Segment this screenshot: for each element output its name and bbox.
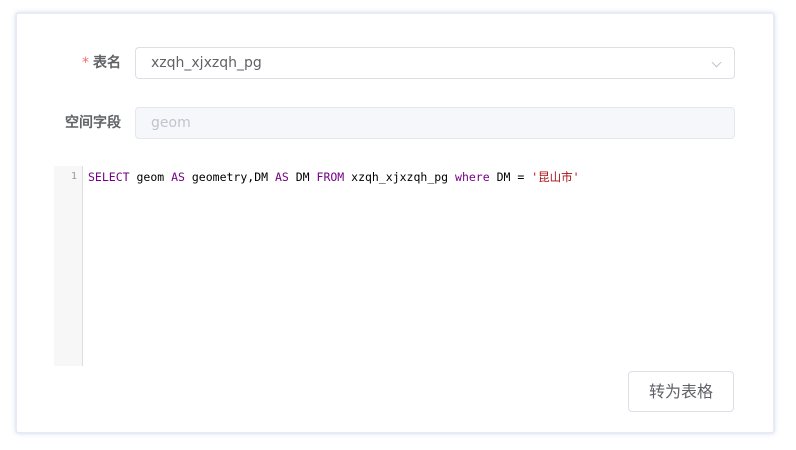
spatial-field-value: geom	[151, 115, 191, 131]
sql-keyword-token: where	[455, 170, 490, 184]
sql-keyword-token: AS	[274, 170, 289, 184]
sql-keyword-token: AS	[171, 170, 185, 184]
table-name-select[interactable]: xzqh_xjxzqh_pg	[135, 47, 735, 79]
convert-to-table-button[interactable]: 转为表格	[628, 371, 734, 412]
sql-plain-token: xzqh_xjxzqh_pg	[344, 170, 456, 184]
sql-keyword-token: FROM	[316, 170, 345, 184]
spatial-field-label: 空间字段	[65, 115, 121, 131]
table-name-label: * 表名	[82, 47, 121, 79]
sql-string-token: '昆山市'	[531, 170, 580, 184]
chevron-down-icon[interactable]	[711, 57, 722, 68]
sql-query-panel: * 表名 xzqh_xjxzqh_pg 空间字段 geom 1 SELECT ge…	[15, 12, 775, 434]
sql-code-editor[interactable]: 1 SELECT geom AS geometry,DM AS DM FROM …	[54, 166, 736, 366]
table-name-row: * 表名 xzqh_xjxzqh_pg	[17, 47, 773, 79]
spatial-field-input: geom	[135, 107, 735, 139]
table-name-label-text: 表名	[93, 55, 121, 71]
sql-plain-token: DM =	[489, 170, 532, 184]
line-number: 1	[70, 171, 77, 182]
line-number-gutter: 1	[54, 166, 83, 366]
required-mark: *	[82, 55, 89, 71]
sql-plain-token: geometry,DM	[184, 170, 275, 184]
sql-keyword-token: SELECT	[88, 170, 130, 184]
sql-plain-token: geom	[129, 170, 172, 184]
table-name-value: xzqh_xjxzqh_pg	[151, 55, 262, 71]
spatial-field-row: 空间字段 geom	[17, 107, 773, 139]
sql-plain-token: DM	[288, 170, 317, 184]
code-line[interactable]: SELECT geom AS geometry,DM AS DM FROM xz…	[88, 169, 580, 185]
